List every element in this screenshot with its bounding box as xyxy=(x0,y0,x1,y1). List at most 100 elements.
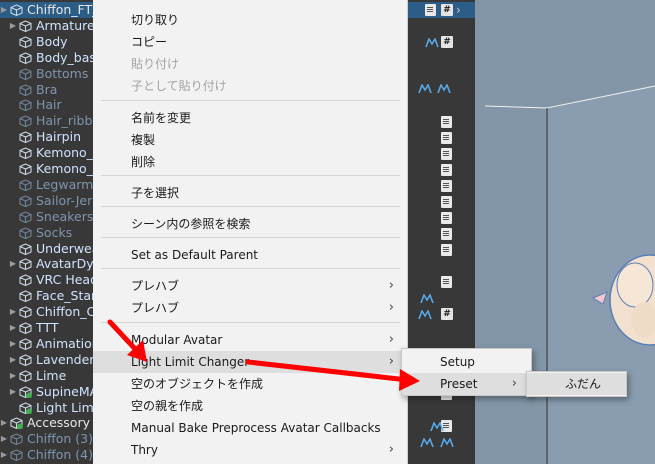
submenu-item-label: ふだん xyxy=(565,377,602,391)
menu-item-label: シーン内の参照を検索 xyxy=(131,217,251,231)
modular-avatar-icon xyxy=(418,310,432,320)
expand-arrow-icon[interactable]: ▶ xyxy=(9,304,17,320)
gameobject-icon xyxy=(19,163,32,175)
expand-arrow-icon[interactable]: ▶ xyxy=(9,384,17,400)
hierarchy-item-label: Kemono_ xyxy=(36,161,93,176)
menu-item-label: 空のオブジェクトを作成 xyxy=(131,377,264,391)
menu-item: 子として貼り付け xyxy=(93,75,408,97)
hierarchy-item-label: AvatarDy xyxy=(36,256,94,272)
menu-item[interactable]: 空の親を作成 xyxy=(93,395,408,417)
expand-arrow-icon[interactable]: ▶ xyxy=(9,352,17,368)
hierarchy-item-label: Armature xyxy=(36,17,95,33)
menu-separator xyxy=(101,100,400,101)
menu-item[interactable]: プレハブ › xyxy=(93,297,408,319)
gameobject-icon xyxy=(19,401,32,414)
script-icon xyxy=(441,228,452,240)
gameobject-icon xyxy=(19,290,32,303)
menu-item-label: 複製 xyxy=(131,133,156,147)
gameobject-icon xyxy=(19,306,32,319)
modular-avatar-icon xyxy=(440,438,454,448)
expand-arrow-icon[interactable]: ▶ xyxy=(0,431,8,447)
submenu-chevron-icon: › xyxy=(388,354,394,369)
hierarchy-item-label: Animation xyxy=(36,335,100,351)
menu-item[interactable]: 空のオブジェクトを作成 xyxy=(93,373,408,395)
hierarchy-item-label: Lime xyxy=(36,367,67,383)
expand-arrow-icon[interactable]: ▶ xyxy=(0,415,8,431)
menu-separator xyxy=(101,268,400,269)
menu-item[interactable]: Thry › xyxy=(93,439,408,461)
hierarchy-item-label: Hairpin xyxy=(36,129,82,145)
submenu-chevron-icon: › xyxy=(388,300,394,315)
hierarchy-item-label: Socks xyxy=(36,224,73,240)
submenu-item[interactable]: Preset › xyxy=(402,373,531,395)
menu-item-label: 子を選択 xyxy=(131,186,180,200)
menu-item-label: 貼り付け xyxy=(131,57,180,71)
hierarchy-item-label: Underwea xyxy=(36,240,100,256)
expand-arrow-icon[interactable]: ▶ xyxy=(9,256,17,272)
expand-arrow-icon[interactable]: ▶ xyxy=(9,336,17,352)
submenu-item-label: Setup xyxy=(440,355,475,369)
menu-item-label: 子として貼り付け xyxy=(131,79,227,93)
menu-item[interactable]: コピー xyxy=(93,31,408,53)
modular-avatar-icon xyxy=(420,438,434,448)
menu-item[interactable]: シーン内の参照を検索 xyxy=(93,213,408,235)
hierarchy-item-label: Body_bas xyxy=(36,49,96,65)
hierarchy-item-label: Body xyxy=(36,33,68,49)
menu-item-label: Set as Default Parent xyxy=(131,248,259,262)
gameobject-icon xyxy=(10,449,23,462)
menu-item[interactable]: 複製 xyxy=(93,129,408,151)
gameobject-icon xyxy=(19,354,32,366)
gameobject-icon xyxy=(19,115,32,128)
script-icon xyxy=(441,212,452,224)
expand-arrow-icon[interactable]: ▶ xyxy=(9,320,17,336)
expand-arrow-icon[interactable]: ▶ xyxy=(9,368,17,384)
menu-item[interactable]: 切り取り xyxy=(93,9,408,31)
menu-item[interactable]: 子を選択 xyxy=(93,182,408,204)
gameobject-icon xyxy=(19,322,32,334)
gameobject-icon xyxy=(19,385,32,398)
menu-item-label: 削除 xyxy=(131,155,156,169)
menu-item[interactable]: 削除 xyxy=(93,151,408,173)
menu-item[interactable]: プレハブ › xyxy=(93,275,408,297)
gameobject-icon xyxy=(19,370,32,382)
gameobject-icon xyxy=(19,274,32,287)
script-icon xyxy=(441,116,452,128)
hierarchy-item-label: Legwarm xyxy=(36,176,94,192)
menu-separator xyxy=(101,206,400,207)
gameobject-icon xyxy=(10,417,23,430)
hierarchy-item-label: Kemono_ xyxy=(36,145,93,161)
hierarchy-item-label: Accessory xyxy=(27,415,90,431)
gameobject-icon xyxy=(19,20,32,32)
chevron-right-icon[interactable]: › xyxy=(456,2,461,18)
bounds-box-edge xyxy=(484,105,548,109)
gameobject-icon xyxy=(19,338,32,350)
gameobject-icon xyxy=(19,258,32,271)
expand-arrow-icon[interactable]: ▶ xyxy=(0,447,8,463)
menu-item: 貼り付け xyxy=(93,53,408,75)
hierarchy-item-label: Chiffon (3) xyxy=(27,431,93,447)
menu-item-label: Light Limit Changer xyxy=(131,355,250,369)
gameobject-icon xyxy=(10,4,23,16)
script-icon xyxy=(441,244,452,256)
script-icon xyxy=(441,148,452,160)
hierarchy-item-label: Hair xyxy=(36,97,62,113)
hierarchy-item-label: Face_Star xyxy=(36,288,97,304)
menu-item-label: プレハブ xyxy=(131,279,180,293)
menu-item[interactable]: Modular Avatar › xyxy=(93,329,408,351)
menu-item-label: コピー xyxy=(131,35,168,49)
submenu-item[interactable]: ふだん xyxy=(527,373,626,395)
menu-item[interactable]: Light Limit Changer › xyxy=(93,351,408,373)
script-icon xyxy=(441,164,452,176)
script-icon xyxy=(441,276,452,288)
hierarchy-item-label: Sailor-Jer xyxy=(36,192,93,208)
hierarchy-item-label: Light Lim xyxy=(36,399,94,415)
hierarchy-item-label: Sneakers xyxy=(36,208,94,224)
menu-item[interactable]: 名前を変更 xyxy=(93,107,408,129)
menu-item[interactable]: Set as Default Parent xyxy=(93,244,408,266)
expand-arrow-icon[interactable]: ▶ xyxy=(0,2,8,18)
menu-item-label: 名前を変更 xyxy=(131,111,192,125)
modular-avatar-icon xyxy=(418,84,432,94)
menu-item[interactable]: Manual Bake Preprocess Avatar Callbacks xyxy=(93,417,408,439)
expand-arrow-icon[interactable]: ▶ xyxy=(9,18,17,34)
submenu-item[interactable]: Setup xyxy=(402,351,531,373)
